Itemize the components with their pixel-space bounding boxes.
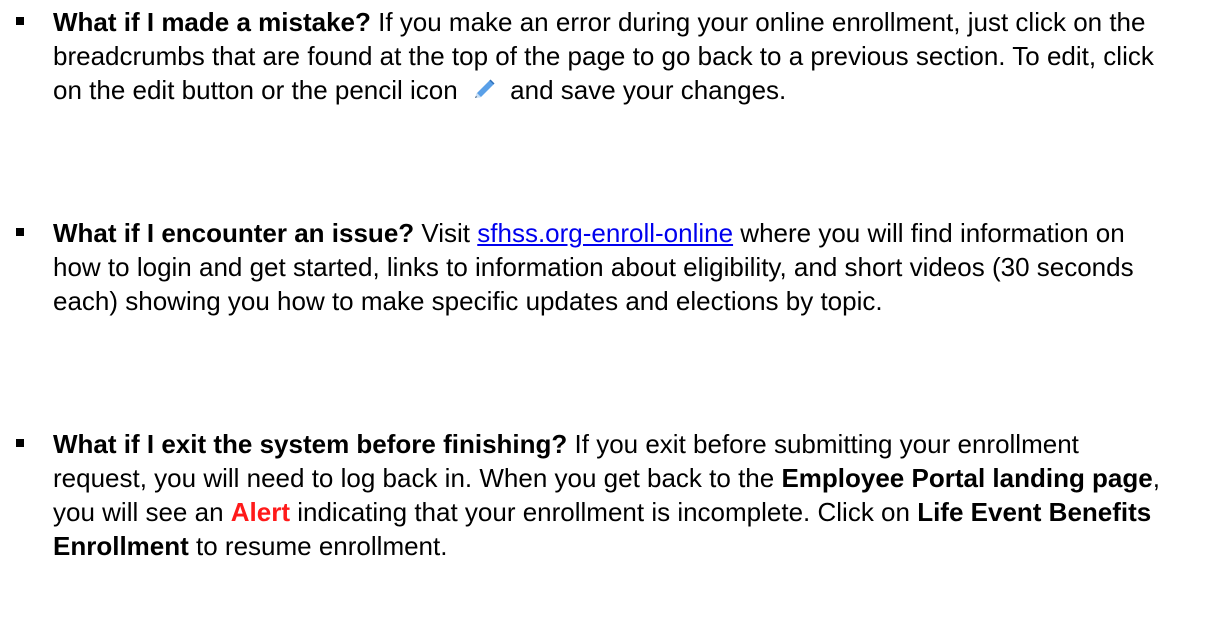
faq-text: What if I exit the system before finishi… (53, 427, 1163, 563)
faq-text: What if I made a mistake? If you make an… (53, 5, 1163, 107)
bullet (16, 228, 24, 236)
faq-question: What if I made a mistake? (53, 7, 371, 37)
faq-answer-end: and save your changes. (502, 75, 787, 105)
employee-portal-text: Employee Portal landing page (781, 463, 1153, 493)
alert-text: Alert (230, 497, 291, 527)
faq-answer-prefix: Visit (414, 218, 478, 248)
faq-answer-part: to resume enrollment. (188, 531, 448, 561)
faq-question: What if I exit the system before finishi… (53, 429, 568, 459)
bullet (16, 17, 24, 25)
bullet (16, 439, 24, 447)
pencil-icon (469, 77, 499, 103)
faq-text: What if I encounter an issue? Visit sfhs… (53, 216, 1163, 318)
enroll-online-link[interactable]: sfhss.org-enroll-online (477, 218, 733, 248)
faq-question: What if I encounter an issue? (53, 218, 415, 248)
faq-answer-part: indicating that your enrollment is incom… (290, 497, 918, 527)
